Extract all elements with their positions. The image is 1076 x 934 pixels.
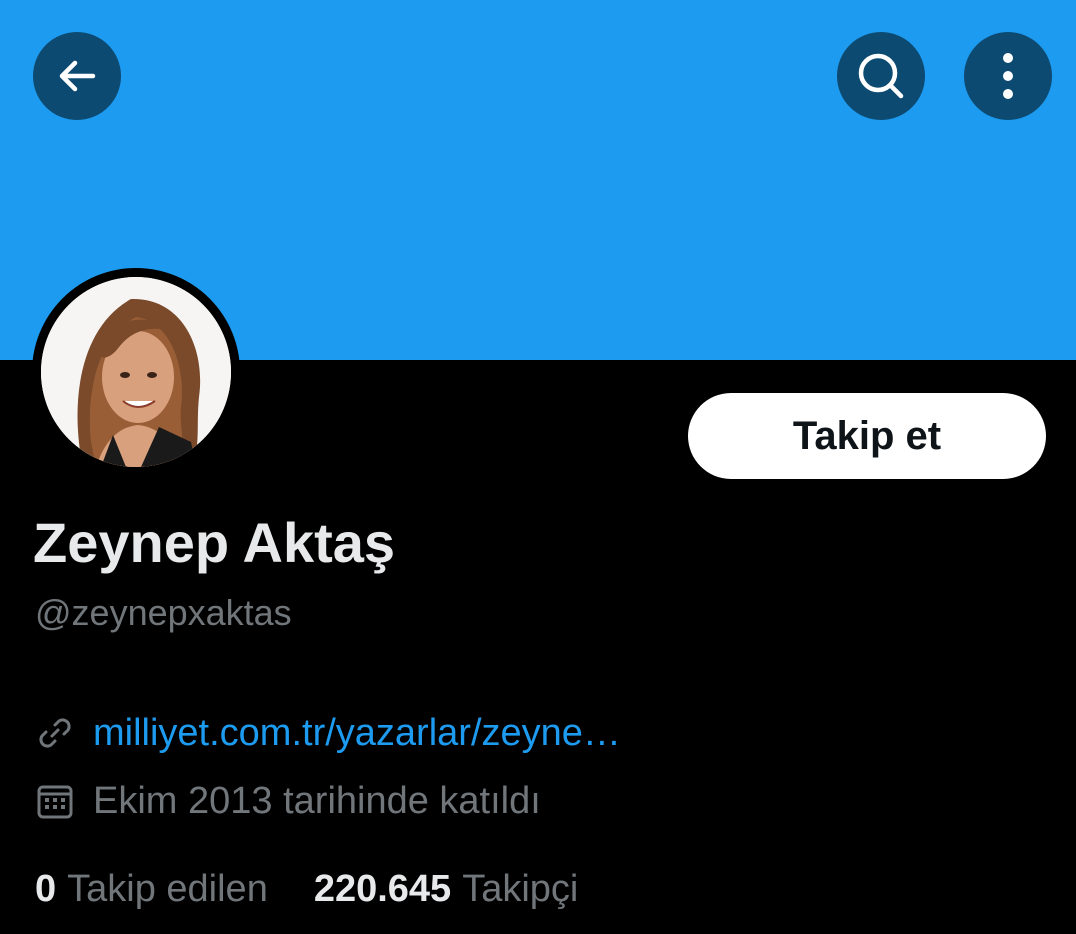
followers-count: 220.645 [313,868,452,910]
avatar[interactable] [41,277,231,467]
arrow-left-icon [59,60,96,92]
followers-stat[interactable]: 220.645 Takipçi [314,864,579,914]
search-button[interactable] [837,32,925,120]
search-icon [858,53,904,99]
follow-button[interactable]: Takip et [688,393,1046,479]
profile-photo [41,277,231,467]
following-count: 0 [35,868,57,910]
website-link[interactable]: milliyet.com.tr/yazarlar/zeyne… [93,708,621,758]
joined-row: Ekim 2013 tarihinde katıldı [35,776,541,826]
user-handle: @zeynepxaktas [35,592,292,633]
back-button[interactable] [33,32,121,120]
followers-label: Takipçi [462,868,579,910]
calendar-icon [35,781,75,821]
follow-stats: 0 Takip edilen 220.645 Takipçi [35,864,578,914]
display-name: Zeynep Aktaş [33,511,396,574]
more-options-button[interactable] [964,32,1052,120]
profile-page: Takip et Zeynep Aktaş @zeynepxaktas mill… [0,0,1076,934]
following-label: Takip edilen [67,868,268,910]
avatar-frame [32,268,240,476]
link-icon [35,713,75,753]
more-vertical-icon [1003,53,1013,99]
website-row: milliyet.com.tr/yazarlar/zeyne… [35,708,621,758]
following-stat[interactable]: 0 Takip edilen [35,864,268,914]
joined-date: Ekim 2013 tarihinde katıldı [93,780,541,822]
